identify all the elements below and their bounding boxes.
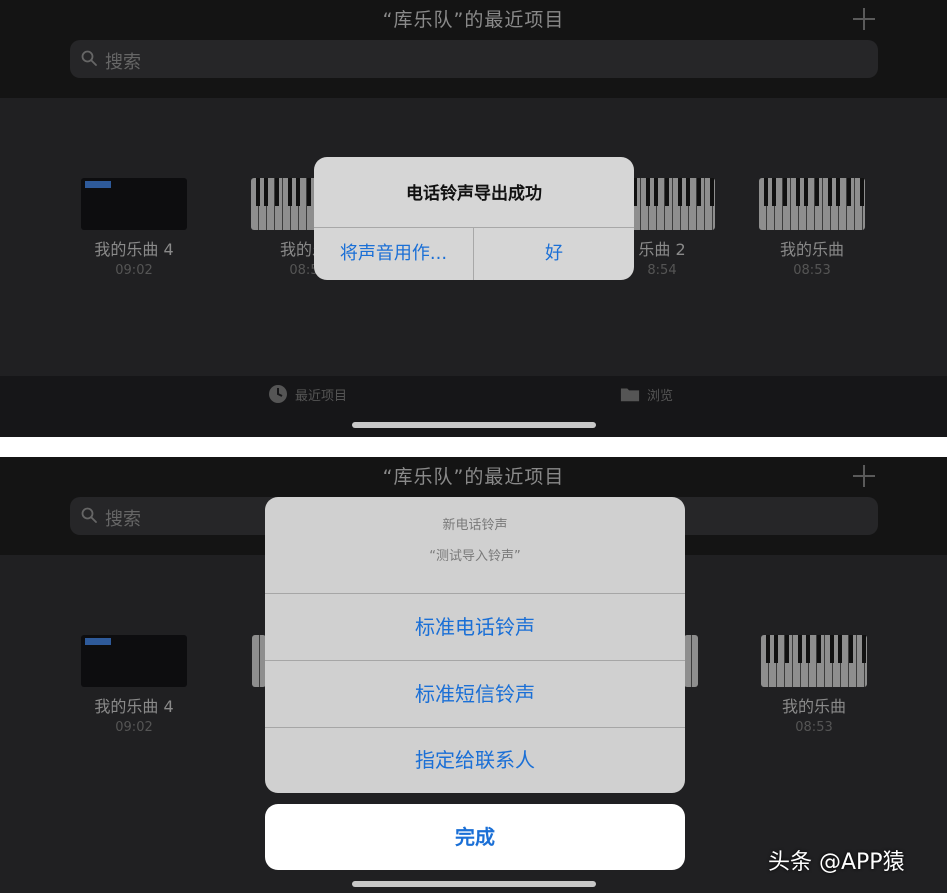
search-icon [81, 50, 97, 66]
ok-button[interactable]: 好 [474, 227, 634, 280]
nav-bar: “库乐队”的最近项目 搜索 [0, 0, 947, 98]
project-time: 09:02 [115, 720, 153, 735]
nav-title: “库乐队”的最近项目 [382, 9, 565, 31]
watermark: 头条 @APP猿 [768, 850, 905, 875]
search-placeholder: 搜索 [105, 52, 141, 73]
project-name: 我的乐曲 [781, 697, 846, 716]
project-item[interactable]: 我的乐曲 08:53 [742, 178, 882, 278]
top-screen: “库乐队”的最近项目 搜索 我的乐曲 4 09:02 我的乐 08:5 乐曲 2… [0, 0, 947, 437]
tab-browse[interactable]: 浏览 [620, 384, 673, 404]
folder-icon [620, 388, 640, 402]
project-item[interactable]: 我的乐曲 4 09:02 [64, 635, 204, 735]
project-time: 09:02 [115, 263, 153, 278]
ringtone-action-sheet: 新电话铃声 “测试导入铃声” 标准电话铃声 标准短信铃声 指定给联系人 [265, 497, 685, 793]
project-item[interactable]: 我的乐曲 4 09:02 [64, 178, 204, 278]
add-icon[interactable] [851, 463, 877, 489]
search-placeholder: 搜索 [105, 509, 141, 530]
piano-thumbnail [684, 635, 698, 687]
project-time: 08:53 [793, 263, 831, 278]
home-indicator [352, 422, 596, 428]
project-name: 我的乐曲 4 [94, 240, 174, 259]
project-time: 08:53 [795, 720, 833, 735]
project-item[interactable]: 我的乐曲 08:53 [744, 635, 884, 735]
tab-recent-label: 最近项目 [295, 388, 348, 404]
search-input[interactable]: 搜索 [70, 40, 878, 78]
standard-text-tone-button[interactable]: 标准短信铃声 [265, 661, 685, 727]
standard-ringtone-button[interactable]: 标准电话铃声 [265, 594, 685, 660]
nav-title: “库乐队”的最近项目 [382, 466, 565, 488]
clock-icon [269, 385, 287, 403]
home-indicator [352, 881, 596, 887]
tab-browse-label: 浏览 [647, 388, 674, 404]
bottom-screen: “库乐队”的最近项目 搜索 我的乐曲 4 09:02 我的乐曲 08:53 新电… [0, 457, 947, 893]
piano-thumbnail [252, 635, 266, 687]
piano-thumbnail [761, 635, 867, 687]
export-success-alert: 电话铃声导出成功 将声音用作... 好 [314, 157, 634, 280]
assign-to-contact-button[interactable]: 指定给联系人 [265, 727, 685, 793]
project-thumbnail [81, 178, 187, 230]
project-name: 我的乐曲 [779, 240, 844, 259]
tab-recent[interactable]: 最近项目 [268, 384, 347, 404]
project-thumbnail [81, 635, 187, 687]
use-sound-as-button[interactable]: 将声音用作... [314, 227, 473, 280]
piano-thumbnail [759, 178, 865, 230]
done-button[interactable]: 完成 [265, 804, 685, 870]
sheet-message: “测试导入铃声” [429, 549, 521, 564]
add-icon[interactable] [851, 6, 877, 32]
sheet-title: 新电话铃声 [442, 518, 508, 533]
alert-title: 电话铃声导出成功 [406, 184, 542, 204]
project-name: 我的乐曲 4 [94, 697, 174, 716]
search-icon [81, 507, 97, 523]
